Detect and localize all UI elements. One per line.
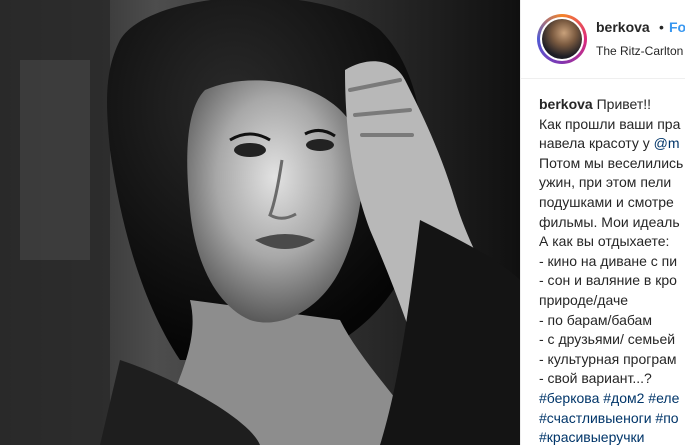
caption-line: Потом мы веселились (539, 154, 684, 171)
caption-line: природе/даче (539, 291, 629, 308)
caption-line: - по барам/бабам (539, 311, 652, 328)
caption-line: навела красоту у (539, 135, 654, 152)
avatar[interactable] (537, 14, 587, 64)
separator-dot: • (659, 19, 664, 35)
profile-avatar-icon (542, 19, 582, 59)
caption-line: Привет!! (592, 96, 652, 112)
post-caption: berkova Привет!! Как прошли ваши пра нав… (539, 95, 685, 445)
username-link[interactable]: berkova (596, 19, 650, 35)
post-photo[interactable] (0, 0, 520, 445)
hashtag-link[interactable]: #счастливыеноги #по (539, 409, 685, 429)
caption-line: - кино на диване с пи (539, 252, 678, 269)
caption-line: - культурная програм (539, 350, 677, 367)
caption-line: фильмы. Мои идеаль (539, 213, 680, 230)
caption-username[interactable]: berkova (539, 96, 593, 112)
post-header: berkova • Foll The Ritz-Carlton (521, 0, 685, 79)
caption-line: - с друзьями/ семьей (539, 331, 676, 348)
mention-link[interactable]: @m (654, 135, 680, 151)
follow-button[interactable]: Foll (669, 19, 685, 35)
caption-line: подушками и смотре (539, 193, 674, 210)
caption-line: ужин, при этом пели (539, 174, 672, 191)
post-sidebar: berkova • Foll The Ritz-Carlton berkova … (521, 0, 685, 445)
caption-line: - сон и валяние в кро (539, 272, 677, 289)
photo-illustration (0, 0, 520, 445)
caption-line: Как прошли ваши пра (539, 115, 681, 132)
caption-line: А как вы отдыхаете: (539, 233, 670, 250)
hashtag-link[interactable]: #красивыеручки (539, 428, 685, 445)
location-link[interactable]: The Ritz-Carlton (596, 44, 683, 58)
hashtag-link[interactable]: #беркова #дом2 #еле (539, 389, 685, 409)
caption-line: - свой вариант...? (539, 370, 652, 387)
